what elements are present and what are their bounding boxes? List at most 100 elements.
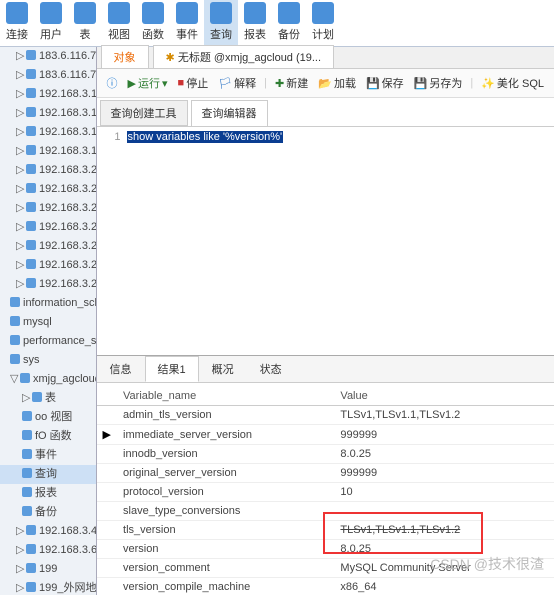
saveas-button[interactable]: 💾另存为 xyxy=(410,73,467,93)
server-192.168.3.68[interactable]: ▷192.168.3.68 xyxy=(0,541,96,560)
table-row[interactable]: ▶immediate_server_version999999 xyxy=(97,425,554,445)
server-192.168.3.11[interactable]: ▷192.168.3.11 xyxy=(0,85,96,104)
server-192.168.3.206[interactable]: ▷192.168.3.206 xyxy=(0,256,96,275)
tab-query-builder[interactable]: 查询创建工具 xyxy=(100,100,188,126)
tab-objects[interactable]: 对象 xyxy=(101,45,149,68)
server-183.6.116.73_68[interactable]: ▷183.6.116.73_68 xyxy=(0,47,96,66)
main-tab-reports[interactable]: 报表 xyxy=(238,0,272,46)
cell-name: protocol_version xyxy=(117,483,334,502)
main-toolbar: 连接用户表视图函数事件查询报表备份计划 xyxy=(0,0,554,47)
editor-subtabs: 查询创建工具 查询编辑器 xyxy=(97,98,554,127)
result-tab-2[interactable]: 概况 xyxy=(199,356,247,382)
result-tab-3[interactable]: 状态 xyxy=(247,356,295,382)
table-row[interactable]: original_server_version999999 xyxy=(97,464,554,483)
main-tab-users[interactable]: 用户 xyxy=(34,0,68,46)
beautify-button[interactable]: ✨美化 SQL xyxy=(477,73,548,93)
cell-name: version_comment xyxy=(117,559,334,578)
caret-icon: ▷ xyxy=(16,239,24,254)
stop-label: 停止 xyxy=(186,75,208,91)
main-tab-label: 函数 xyxy=(142,26,164,42)
node-icon xyxy=(32,392,42,402)
stop-button[interactable]: ■停止 xyxy=(174,73,213,93)
node-icon xyxy=(26,69,36,79)
table-row[interactable]: admin_tls_versionTLSv1,TLSv1.1,TLSv1.2 xyxy=(97,406,554,425)
database-sys[interactable]: sys xyxy=(0,351,96,370)
run-button[interactable]: ▶运行 ▾ xyxy=(124,73,172,93)
main-tab-functions[interactable]: 函数 xyxy=(136,0,170,46)
tree-label: 192.168.3.202 xyxy=(39,202,97,214)
cell-value: TLSv1,TLSv1.1,TLSv1.2 xyxy=(334,521,554,540)
cell-name: innodb_version xyxy=(117,445,334,464)
caret-icon: ▷ xyxy=(16,258,24,273)
wand-icon: ✨ xyxy=(481,77,495,90)
main-tab-events[interactable]: 事件 xyxy=(170,0,204,46)
main-tab-backup[interactable]: 备份 xyxy=(272,0,306,46)
load-button[interactable]: 📂加载 xyxy=(314,73,360,93)
main-tab-views[interactable]: 视图 xyxy=(102,0,136,46)
table-row[interactable]: slave_type_conversions xyxy=(97,502,554,521)
server-192.168.3.43[interactable]: ▷192.168.3.43 xyxy=(0,522,96,541)
db-child-views[interactable]: oo 视图 xyxy=(0,408,96,427)
server-192.168.3.202[interactable]: ▷192.168.3.202 xyxy=(0,199,96,218)
views-icon xyxy=(108,2,130,24)
table-row[interactable]: innodb_version8.0.25 xyxy=(97,445,554,464)
server-192.168.3.199_1[interactable]: ▷192.168.3.199_1 xyxy=(0,123,96,142)
col-Variable_name[interactable]: Variable_name xyxy=(117,387,334,406)
node-icon xyxy=(22,468,32,478)
server-192.168.3.203[interactable]: ▷192.168.3.203 xyxy=(0,218,96,237)
caret-icon: ▷ xyxy=(16,87,24,102)
info-button[interactable]: ⓘ xyxy=(103,73,122,93)
query-icon xyxy=(210,2,232,24)
tree-label: 192.168.3.199_2 xyxy=(39,145,97,157)
database-mysql[interactable]: mysql xyxy=(0,313,96,332)
db-child-backups[interactable]: 备份 xyxy=(0,503,96,522)
row-pointer: ▶ xyxy=(97,425,117,445)
table-row[interactable]: protocol_version10 xyxy=(97,483,554,502)
server-192.168.3.201[interactable]: ▷192.168.3.201 xyxy=(0,180,96,199)
db-child-tables[interactable]: ▷表 xyxy=(0,389,96,408)
server-183.6.116.73_8002[interactable]: ▷183.6.116.73_8002 xyxy=(0,66,96,85)
database-xmjg_agcloud[interactable]: ▽xmjg_agcloud xyxy=(0,370,96,389)
server-192.168.3.199_2[interactable]: ▷192.168.3.199_2 xyxy=(0,142,96,161)
database-performance_schema[interactable]: performance_schema xyxy=(0,332,96,351)
query-toolbar: ⓘ ▶运行 ▾ ■停止 🏳解释 | ✚新建 📂加载 💾保存 💾另存为 | ✨美化… xyxy=(97,69,554,98)
tab-query-label: 无标题 @xmjg_agcloud (19... xyxy=(178,52,321,64)
explain-button[interactable]: 🏳解释 xyxy=(214,73,260,93)
node-icon xyxy=(26,278,36,288)
tree-label: sys xyxy=(23,354,40,366)
main-tab-schedule[interactable]: 计划 xyxy=(306,0,340,46)
main-tab-query[interactable]: 查询 xyxy=(204,0,238,46)
save-button[interactable]: 💾保存 xyxy=(362,73,408,93)
server-192.168.3.204proxy[interactable]: ▷192.168.3.204proxy xyxy=(0,237,96,256)
result-tab-1[interactable]: 结果1 xyxy=(145,356,199,382)
tab-query-untitled[interactable]: ✱ 无标题 @xmjg_agcloud (19... xyxy=(153,45,335,68)
col-Value[interactable]: Value xyxy=(334,387,554,406)
backup-icon xyxy=(278,2,300,24)
result-tab-0[interactable]: 信息 xyxy=(97,356,145,382)
db-child-events[interactable]: 事件 xyxy=(0,446,96,465)
cell-name: version_compile_machine xyxy=(117,578,334,595)
cell-name: original_server_version xyxy=(117,464,334,483)
info-icon: ⓘ xyxy=(107,75,118,91)
main-tab-tables[interactable]: 表 xyxy=(68,0,102,46)
editor-tabbar: 对象 ✱ 无标题 @xmjg_agcloud (19... xyxy=(97,47,554,69)
tree-label: fO 函数 xyxy=(35,430,72,442)
node-icon xyxy=(26,240,36,250)
server-192.168.3.207[interactable]: ▷192.168.3.207 xyxy=(0,275,96,294)
table-row[interactable]: version_compile_machinex86_64 xyxy=(97,578,554,595)
cell-value: x86_64 xyxy=(334,578,554,595)
cell-value: 8.0.25 xyxy=(334,445,554,464)
db-child-functions[interactable]: fO 函数 xyxy=(0,427,96,446)
db-child-reports[interactable]: 报表 xyxy=(0,484,96,503)
db-child-queries[interactable]: 查询 xyxy=(0,465,96,484)
tab-query-editor[interactable]: 查询编辑器 xyxy=(191,100,268,126)
server-192.168.3.200[interactable]: ▷192.168.3.200 xyxy=(0,161,96,180)
server-192.168.3.143[interactable]: ▷192.168.3.143 xyxy=(0,104,96,123)
table-row[interactable]: tls_versionTLSv1,TLSv1.1,TLSv1.2 xyxy=(97,521,554,540)
new-button[interactable]: ✚新建 xyxy=(271,73,312,93)
main-tab-connect[interactable]: 连接 xyxy=(0,0,34,46)
database-information_schema[interactable]: information_schema xyxy=(0,294,96,313)
server-199[interactable]: ▷199 xyxy=(0,560,96,579)
server-199_外网地址[interactable]: ▷199_外网地址 xyxy=(0,579,96,595)
sql-editor[interactable]: 1 show variables like '%version%' xyxy=(97,127,554,355)
